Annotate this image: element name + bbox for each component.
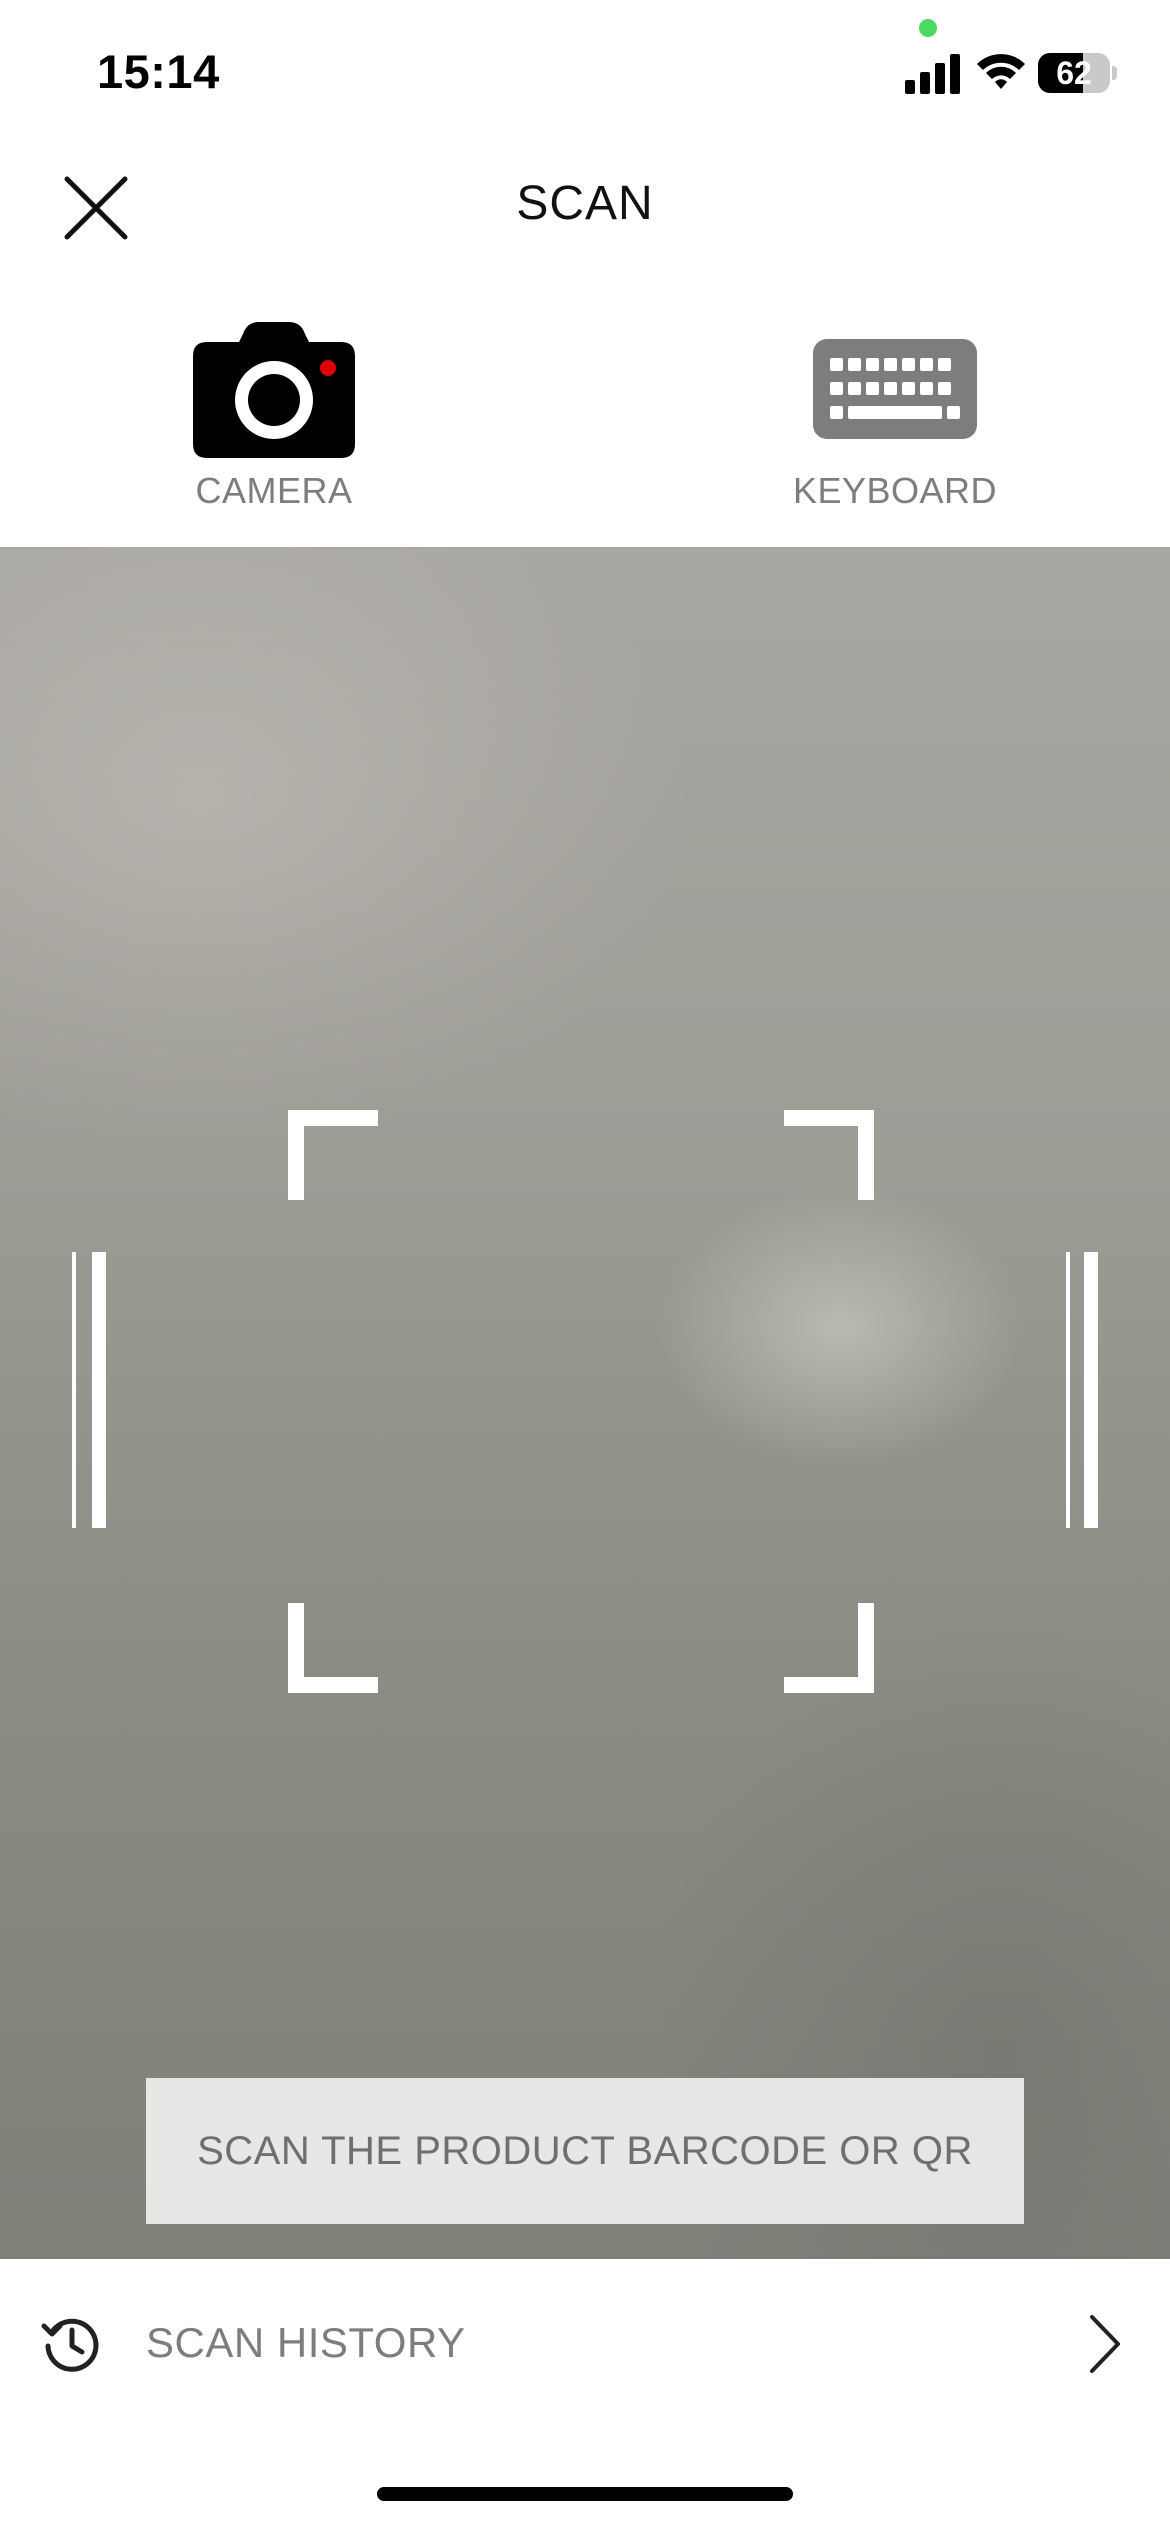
page-title: SCAN bbox=[516, 177, 654, 230]
scan-history-label: SCAN HISTORY bbox=[146, 2319, 466, 2366]
frame-corner-bottom-right bbox=[784, 1603, 874, 1693]
battery-level: 62 bbox=[1056, 55, 1092, 91]
tab-keyboard-label: KEYBOARD bbox=[792, 470, 998, 511]
keyboard-icon bbox=[813, 339, 977, 439]
chevron-right-icon bbox=[1090, 2315, 1120, 2373]
tab-camera[interactable]: CAMERA bbox=[124, 300, 424, 530]
privacy-indicator-dot bbox=[919, 19, 937, 37]
instruction-text: SCAN THE PRODUCT BARCODE OR QR bbox=[197, 2128, 973, 2173]
instruction-banner: SCAN THE PRODUCT BARCODE OR QR bbox=[146, 2078, 1024, 2224]
status-time: 15:14 bbox=[97, 45, 220, 98]
wifi-icon bbox=[977, 54, 1025, 89]
camera-icon bbox=[193, 322, 355, 458]
barcode-guide-left bbox=[72, 1252, 112, 1528]
frame-corner-top-right bbox=[784, 1110, 874, 1200]
frame-corner-top-left bbox=[288, 1110, 378, 1200]
tab-camera-label: CAMERA bbox=[195, 470, 353, 511]
barcode-guide-right bbox=[1066, 1252, 1106, 1528]
cellular-signal-icon bbox=[905, 54, 960, 94]
history-icon bbox=[41, 2318, 99, 2372]
tab-keyboard[interactable]: KEYBOARD bbox=[745, 300, 1045, 530]
battery-icon: 62 bbox=[1038, 53, 1117, 93]
scan-history-row[interactable]: SCAN HISTORY bbox=[0, 2259, 1170, 2429]
scan-screen: 15:14 62 SCAN CAMERA KEYBOARD SCAN THE P… bbox=[0, 0, 1170, 2532]
status-bar: 15:14 62 bbox=[0, 0, 1170, 130]
home-indicator bbox=[377, 2487, 793, 2501]
camera-viewfinder[interactable]: SCAN THE PRODUCT BARCODE OR QR bbox=[0, 547, 1170, 2259]
frame-corner-bottom-left bbox=[288, 1603, 378, 1693]
